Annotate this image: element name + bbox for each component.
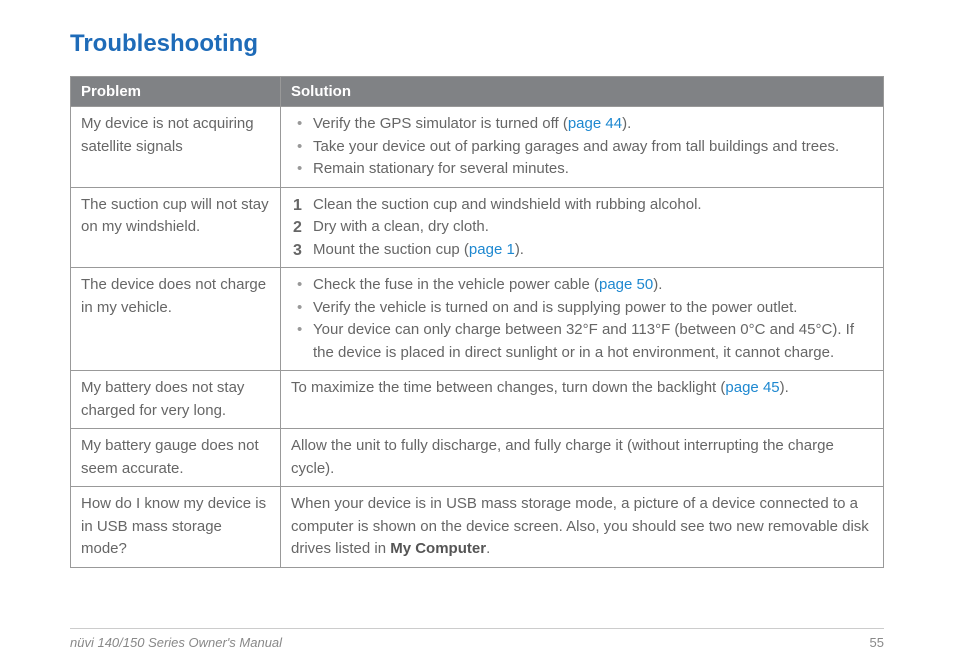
page-link[interactable]: page 44 [568,115,622,132]
header-problem: Problem [71,77,281,107]
page-title: Troubleshooting [70,30,884,58]
table-row: The device does not charge in my vehicle… [71,268,884,371]
table-row: How do I know my device is in USB mass s… [71,487,884,568]
table-row: My device is not acquiring satellite sig… [71,107,884,188]
list-item: Check the fuse in the vehicle power cabl… [291,274,873,297]
problem-cell: My battery gauge does not seem accurate. [71,429,281,487]
page-number: 55 [870,635,884,650]
list-item: Clean the suction cup and windshield wit… [291,194,873,217]
solution-cell: Check the fuse in the vehicle power cabl… [281,268,884,371]
list-item: Dry with a clean, dry cloth. [291,216,873,239]
list-item: Verify the GPS simulator is turned off (… [291,113,873,136]
table-row: My battery does not stay charged for ver… [71,371,884,429]
header-solution: Solution [281,77,884,107]
page-link[interactable]: page 45 [725,379,779,396]
troubleshooting-table: Problem Solution My device is not acquir… [70,76,884,568]
list-item: Verify the vehicle is turned on and is s… [291,297,873,320]
list-item: Your device can only charge between 32°F… [291,319,873,364]
page-link[interactable]: page 1 [469,241,515,258]
page-link[interactable]: page 50 [599,276,653,293]
table-row: The suction cup will not stay on my wind… [71,187,884,268]
list-item: Mount the suction cup (page 1). [291,239,873,262]
solution-cell: To maximize the time between changes, tu… [281,371,884,429]
list-item: Remain stationary for several minutes. [291,158,873,181]
problem-cell: The device does not charge in my vehicle… [71,268,281,371]
table-row: My battery gauge does not seem accurate.… [71,429,884,487]
problem-cell: My battery does not stay charged for ver… [71,371,281,429]
page-footer: nüvi 140/150 Series Owner's Manual 55 [70,628,884,650]
problem-cell: The suction cup will not stay on my wind… [71,187,281,268]
problem-cell: How do I know my device is in USB mass s… [71,487,281,568]
solution-cell: Allow the unit to fully discharge, and f… [281,429,884,487]
solution-cell: When your device is in USB mass storage … [281,487,884,568]
manual-name: nüvi 140/150 Series Owner's Manual [70,635,282,650]
list-item: Take your device out of parking garages … [291,136,873,159]
solution-cell: Clean the suction cup and windshield wit… [281,187,884,268]
bold-text: My Computer [390,540,486,557]
problem-cell: My device is not acquiring satellite sig… [71,107,281,188]
solution-cell: Verify the GPS simulator is turned off (… [281,107,884,188]
